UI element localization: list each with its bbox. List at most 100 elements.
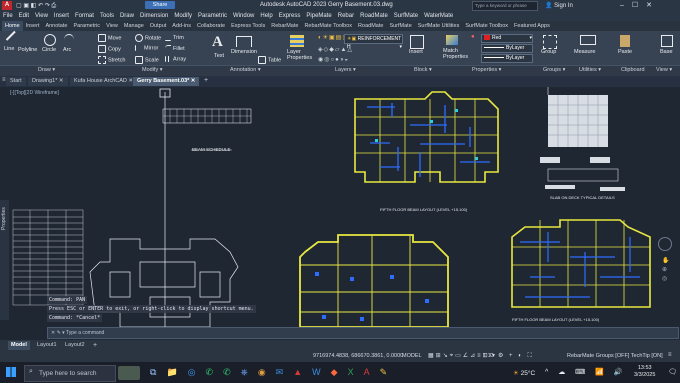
menu-item-format[interactable]: Format bbox=[75, 11, 94, 21]
menu-item-insert[interactable]: Insert bbox=[54, 11, 69, 21]
ribbon-tab-surfmate-utilities[interactable]: SurfMate Utilities bbox=[415, 21, 463, 31]
menu-item-surfmate[interactable]: SurfMate bbox=[394, 11, 418, 21]
ribbon-tab-express-tools[interactable]: Express Tools bbox=[228, 21, 268, 31]
text-button[interactable]: Text bbox=[214, 53, 224, 59]
menu-item-rebar[interactable]: Rebar bbox=[338, 11, 354, 21]
layer-dropdown[interactable]: ☀▣ REINFORCEMENT H ▾ bbox=[344, 34, 403, 50]
nav-bar-icons[interactable]: ✋ ⊕ ◎ bbox=[662, 257, 669, 284]
clock[interactable]: 13:53 3/3/2025 bbox=[634, 365, 655, 379]
menu-item-modify[interactable]: Modify bbox=[174, 11, 192, 21]
ribbon-tab-home[interactable]: Home bbox=[2, 21, 23, 31]
measure-button[interactable]: Measure bbox=[574, 49, 595, 55]
share-button[interactable]: Share bbox=[145, 1, 175, 9]
layer-properties-button[interactable]: Layer Properties bbox=[287, 49, 317, 61]
paste-button[interactable]: Paste bbox=[618, 49, 632, 55]
panel-modify-label[interactable]: Modify ▾ bbox=[142, 67, 163, 73]
tab-layout2[interactable]: Layout2 bbox=[62, 341, 88, 350]
widget-icon[interactable] bbox=[118, 366, 140, 380]
stretch-button[interactable]: Stretch bbox=[98, 56, 125, 64]
insert-button[interactable]: Insert bbox=[409, 49, 423, 55]
menu-item-pipemate[interactable]: PipeMate bbox=[306, 11, 331, 21]
workspace-icons[interactable]: ⚙ + ◐ ⛶ bbox=[498, 352, 534, 360]
table-button[interactable]: Table bbox=[258, 56, 281, 64]
menu-item-parametric[interactable]: Parametric bbox=[198, 11, 227, 21]
panel-properties-label[interactable]: Properties ▾ bbox=[472, 67, 501, 73]
menu-icon[interactable]: ≡ bbox=[2, 77, 6, 83]
viewport-controls[interactable]: [-][Top][2D Wireframe] bbox=[10, 90, 59, 96]
taskbar-apps[interactable]: ⧉📁◎✆✆⎈◉✉▲W◆XA✎ bbox=[150, 367, 397, 378]
mirror-button[interactable]: Mirror bbox=[135, 45, 158, 51]
circle-button[interactable]: Circle bbox=[42, 47, 56, 53]
menu-item-view[interactable]: View bbox=[35, 11, 48, 21]
panel-groups-label[interactable]: Groups ▾ bbox=[543, 67, 565, 73]
tab-layout1[interactable]: Layout1 bbox=[34, 341, 60, 350]
ribbon-tab-view[interactable]: View bbox=[103, 21, 121, 31]
rotate-button[interactable]: Rotate bbox=[135, 34, 161, 42]
menu-item-dimension[interactable]: Dimension bbox=[140, 11, 168, 21]
ribbon-tab-featured-apps[interactable]: Featured Apps bbox=[511, 21, 553, 31]
ribbon-tab-surfmate-toolbox[interactable]: SurfMate Toolbox bbox=[462, 21, 511, 31]
command-input[interactable]: ✕ ✎ ▾ Type a command bbox=[47, 327, 679, 339]
move-button[interactable]: Move bbox=[98, 34, 121, 42]
ribbon-tab-parametric[interactable]: Parametric bbox=[70, 21, 103, 31]
menu-item-tools[interactable]: Tools bbox=[100, 11, 114, 21]
ribbon-tab-roadmate[interactable]: RoadMate bbox=[355, 21, 386, 31]
add-layout-icon[interactable]: + bbox=[90, 341, 100, 350]
doc-tab-drawing1[interactable]: Drawing1* ✕ bbox=[28, 77, 68, 86]
ribbon-tab-output[interactable]: Output bbox=[147, 21, 170, 31]
linetype-dropdown[interactable]: ByLayer bbox=[481, 44, 533, 53]
panel-block-label[interactable]: Block ▾ bbox=[414, 67, 432, 73]
ribbon-tab-add-ins[interactable]: Add-ins bbox=[169, 21, 194, 31]
group-button[interactable]: Group bbox=[541, 49, 556, 55]
panel-draw-label[interactable]: Draw ▾ bbox=[38, 67, 55, 73]
panel-clipboard-label[interactable]: Clipboard bbox=[621, 67, 645, 73]
trim-button[interactable]: Trim bbox=[165, 34, 184, 41]
dimension-button[interactable]: Dimension bbox=[231, 49, 257, 55]
ribbon-tab-surfmate[interactable]: SurfMate bbox=[386, 21, 414, 31]
layer-tools-row2[interactable]: ◈◇◆▱▲△ bbox=[318, 46, 353, 53]
scale-button[interactable]: Scale bbox=[135, 56, 159, 64]
autocad-logo-icon[interactable]: A bbox=[2, 1, 12, 10]
panel-view-label[interactable]: View ▾ bbox=[656, 67, 672, 73]
weather-widget[interactable]: ☀ 25°C bbox=[513, 369, 535, 377]
properties-palette-tab[interactable]: Properties bbox=[0, 200, 9, 320]
sign-in-button[interactable]: 👤 Sign In bbox=[545, 2, 573, 9]
menu-item-window[interactable]: Window bbox=[233, 11, 254, 21]
system-tray-icons[interactable]: ^ ☁ ⌨ 📶 🔊 bbox=[545, 368, 627, 376]
quick-access-toolbar[interactable]: ▢ ▣ ◧ ↶ ↷ ⎙ bbox=[16, 2, 56, 10]
menu-item-roadmate[interactable]: RoadMate bbox=[360, 11, 388, 21]
doc-tab-gerry-basement[interactable]: Gerry Basement.03* ✕ bbox=[133, 77, 200, 86]
ribbon-tab-rebarmate-toolbox[interactable]: RebarMate Toolbox bbox=[301, 21, 355, 31]
command-tools-icons[interactable]: ✕ ✎ ▾ bbox=[51, 330, 65, 336]
navigation-wheel-icon[interactable] bbox=[658, 237, 672, 251]
start-button-icon[interactable] bbox=[6, 367, 16, 377]
ribbon-tab-annotate[interactable]: Annotate bbox=[42, 21, 70, 31]
ribbon-tab-rebarmate[interactable]: RebarMate bbox=[268, 21, 301, 31]
window-controls[interactable]: –☐✕ bbox=[620, 1, 660, 9]
new-tab-icon[interactable]: + bbox=[204, 77, 208, 84]
ribbon-tab-collaborate[interactable]: Collaborate bbox=[194, 21, 228, 31]
model-space-button[interactable]: MODEL bbox=[402, 353, 422, 359]
panel-annotation-label[interactable]: Annotation ▾ bbox=[230, 67, 261, 73]
polyline-button[interactable]: Polyline bbox=[18, 47, 37, 53]
ribbon-tab-manage[interactable]: Manage bbox=[121, 21, 147, 31]
match-properties-button[interactable]: Match Properties bbox=[443, 48, 469, 60]
annotation-scale[interactable]: 1:1 ▾ bbox=[483, 353, 495, 359]
lineweight-dropdown[interactable]: ByLayer bbox=[481, 54, 533, 63]
copy-button[interactable]: Copy bbox=[98, 45, 121, 53]
menu-item-help[interactable]: Help bbox=[260, 11, 272, 21]
menu-item-express[interactable]: Express bbox=[279, 11, 301, 21]
menu-item-edit[interactable]: Edit bbox=[19, 11, 29, 21]
fillet-button[interactable]: Fillet bbox=[165, 45, 185, 52]
menu-item-draw[interactable]: Draw bbox=[120, 11, 134, 21]
base-view-button[interactable]: Base bbox=[660, 49, 673, 55]
arc-button[interactable]: Arc bbox=[63, 47, 71, 53]
notifications-icon[interactable]: 🗨 bbox=[668, 368, 677, 376]
customize-icon[interactable]: ≡ bbox=[668, 352, 672, 358]
taskbar-search[interactable]: ⌕ Type here to search bbox=[24, 365, 116, 382]
panel-layers-label[interactable]: Layers ▾ bbox=[335, 67, 356, 73]
ribbon-tab-insert[interactable]: Insert bbox=[23, 21, 43, 31]
search-input[interactable]: Type a keyword or phrase bbox=[472, 1, 538, 11]
doc-tab-kufa-house[interactable]: Kufa House ArchCAD ✕ bbox=[70, 77, 138, 86]
menu-item-file[interactable]: File bbox=[3, 11, 13, 21]
